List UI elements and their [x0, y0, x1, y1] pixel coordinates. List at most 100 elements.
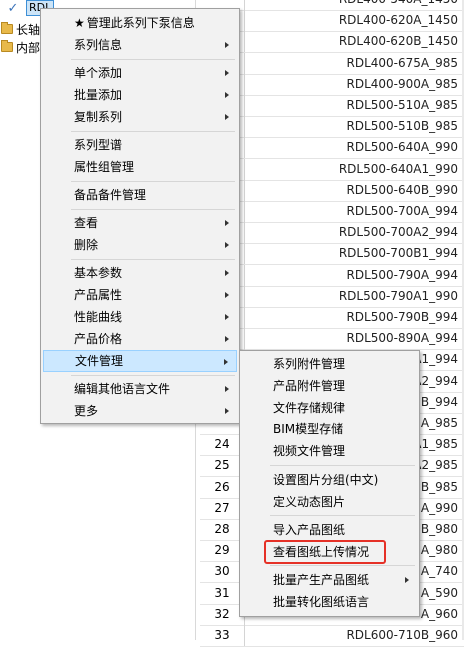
context-menu-item-14[interactable]: 文件管理 [43, 350, 237, 372]
submenu-item-3[interactable]: BIM模型存储 [242, 418, 417, 440]
context-menu-item-13[interactable]: 产品价格 [43, 328, 237, 350]
model-cell[interactable]: RDL500-700A_994 [244, 201, 458, 222]
model-cell[interactable]: RDL500-890A_994 [244, 328, 458, 349]
menu-separator [270, 465, 415, 466]
context-menu-item-9[interactable]: 删除 [43, 234, 237, 256]
chevron-right-icon [224, 359, 228, 365]
model-cell[interactable]: RDL400-675A_985 [244, 53, 458, 74]
context-menu-item-6[interactable]: 属性组管理 [43, 156, 237, 178]
model-cell[interactable]: RDL400-540A_1450 [244, 0, 458, 10]
submenu-item-label: 系列附件管理 [273, 357, 346, 371]
model-cell[interactable]: RDL400-900A_985 [244, 74, 458, 95]
submenu-item-7[interactable]: 导入产品图纸 [242, 519, 417, 541]
chevron-right-icon [405, 577, 409, 583]
submenu-item-6[interactable]: 定义动态图片 [242, 491, 417, 513]
submenu-item-label: 定义动态图片 [273, 495, 346, 509]
submenu-item-label: 导入产品图纸 [273, 523, 346, 537]
chevron-right-icon [225, 386, 229, 392]
submenu-item-label: 查看图纸上传情况 [273, 545, 370, 559]
context-menu-item-4[interactable]: 复制系列 [43, 106, 237, 128]
context-menu-item-label: 文件管理 [75, 354, 124, 368]
context-menu-item-3[interactable]: 批量添加 [43, 84, 237, 106]
model-cell[interactable]: RDL500-790A1_990 [244, 286, 458, 307]
model-cell[interactable]: RDL500-640A_990 [244, 137, 458, 158]
model-cell[interactable]: RDL500-790A_994 [244, 265, 458, 286]
context-menu-item-15[interactable]: 编辑其他语言文件 [43, 378, 237, 400]
context-menu-item-10[interactable]: 基本参数 [43, 262, 237, 284]
menu-separator [270, 515, 415, 516]
submenu-item-label: 文件存储规律 [273, 401, 346, 415]
submenu-item-label: 产品附件管理 [273, 379, 346, 393]
model-cell[interactable]: RDL500-700B1_994 [244, 243, 458, 264]
chevron-right-icon [225, 336, 229, 342]
context-menu-item-16[interactable]: 更多 [43, 400, 237, 422]
context-menu-item-label: 性能曲线 [74, 310, 123, 324]
star-icon: ★ [74, 16, 85, 30]
context-menu-item-label: 产品价格 [74, 332, 123, 346]
context-menu-item-label: 系列信息 [74, 38, 123, 52]
submenu-item-label: 批量产生产品图纸 [273, 573, 370, 587]
submenu-item-9[interactable]: 批量产生产品图纸 [242, 569, 417, 591]
context-menu-item-label: 复制系列 [74, 110, 123, 124]
submenu-item-10[interactable]: 批量转化图纸语言 [242, 591, 417, 613]
context-menu-item-label: 更多 [74, 404, 99, 418]
model-cell[interactable]: RDL500-640A1_990 [244, 159, 458, 180]
context-menu-item-label: 产品属性 [74, 288, 123, 302]
context-menu-item-5[interactable]: 系列型谱 [43, 134, 237, 156]
chevron-right-icon [225, 292, 229, 298]
context-menu-item-2[interactable]: 单个添加 [43, 62, 237, 84]
context-menu-item-8[interactable]: 查看 [43, 212, 237, 234]
menu-separator [71, 59, 235, 60]
chevron-right-icon [225, 270, 229, 276]
chevron-right-icon [225, 92, 229, 98]
chevron-right-icon [225, 42, 229, 48]
context-menu-item-1[interactable]: 系列信息 [43, 34, 237, 56]
chevron-right-icon [225, 314, 229, 320]
context-menu-item-label: 查看 [74, 216, 99, 230]
chevron-right-icon [225, 242, 229, 248]
submenu-item-label: 视频文件管理 [273, 444, 346, 458]
context-menu-item-label: 基本参数 [74, 266, 123, 280]
model-cell[interactable]: RDL500-640B_990 [244, 180, 458, 201]
chevron-right-icon [225, 408, 229, 414]
context-menu-item-label: 单个添加 [74, 66, 123, 80]
menu-separator [71, 259, 235, 260]
context-menu-item-7[interactable]: 备品备件管理 [43, 184, 237, 206]
checkmark-icon: ✓ [7, 0, 19, 16]
model-cell[interactable]: RDL400-620A_1450 [244, 10, 458, 31]
table-row[interactable]: 33 RDL600-710B_960 [200, 625, 464, 647]
submenu-item-label: 设置图片分组(中文) [273, 473, 379, 487]
submenu-item-5[interactable]: 设置图片分组(中文) [242, 469, 417, 491]
folder-icon [1, 40, 13, 52]
submenu-item-0[interactable]: 系列附件管理 [242, 353, 417, 375]
menu-separator [71, 209, 235, 210]
model-cell[interactable]: RDL500-510B_985 [244, 116, 458, 137]
context-menu-item-0[interactable]: ★ 管理此系列下泵信息 [43, 12, 237, 34]
model-cell[interactable]: RDL600-710B_960 [244, 625, 458, 646]
context-menu-item-label: 备品备件管理 [74, 188, 147, 202]
context-menu-item-label: 批量添加 [74, 88, 123, 102]
row-number: 33 [200, 625, 245, 646]
submenu-item-8[interactable]: 查看图纸上传情况 [242, 541, 417, 563]
chevron-right-icon [225, 220, 229, 226]
folder-icon [1, 22, 13, 34]
submenu-item-4[interactable]: 视频文件管理 [242, 440, 417, 462]
menu-separator [270, 565, 415, 566]
model-cell[interactable]: RDL500-510A_985 [244, 95, 458, 116]
model-cell[interactable]: RDL500-700A2_994 [244, 222, 458, 243]
context-menu-item-12[interactable]: 性能曲线 [43, 306, 237, 328]
submenu-item-2[interactable]: 文件存储规律 [242, 397, 417, 419]
context-menu-item-label: 编辑其他语言文件 [74, 382, 171, 396]
model-cell[interactable]: RDL500-790B_994 [244, 307, 458, 328]
model-cell[interactable]: RDL400-620B_1450 [244, 31, 458, 52]
context-menu-item-11[interactable]: 产品属性 [43, 284, 237, 306]
menu-separator [71, 181, 235, 182]
context-menu-item-label: 删除 [74, 238, 99, 252]
submenu-item-1[interactable]: 产品附件管理 [242, 375, 417, 397]
menu-separator [71, 131, 235, 132]
chevron-right-icon [225, 70, 229, 76]
context-menu: ★ 管理此系列下泵信息系列信息单个添加批量添加复制系列系列型谱属性组管理备品备件管… [40, 8, 240, 424]
context-menu-item-label: 管理此系列下泵信息 [86, 16, 195, 30]
menu-separator [71, 375, 235, 376]
context-menu-item-label: 系列型谱 [74, 138, 123, 152]
